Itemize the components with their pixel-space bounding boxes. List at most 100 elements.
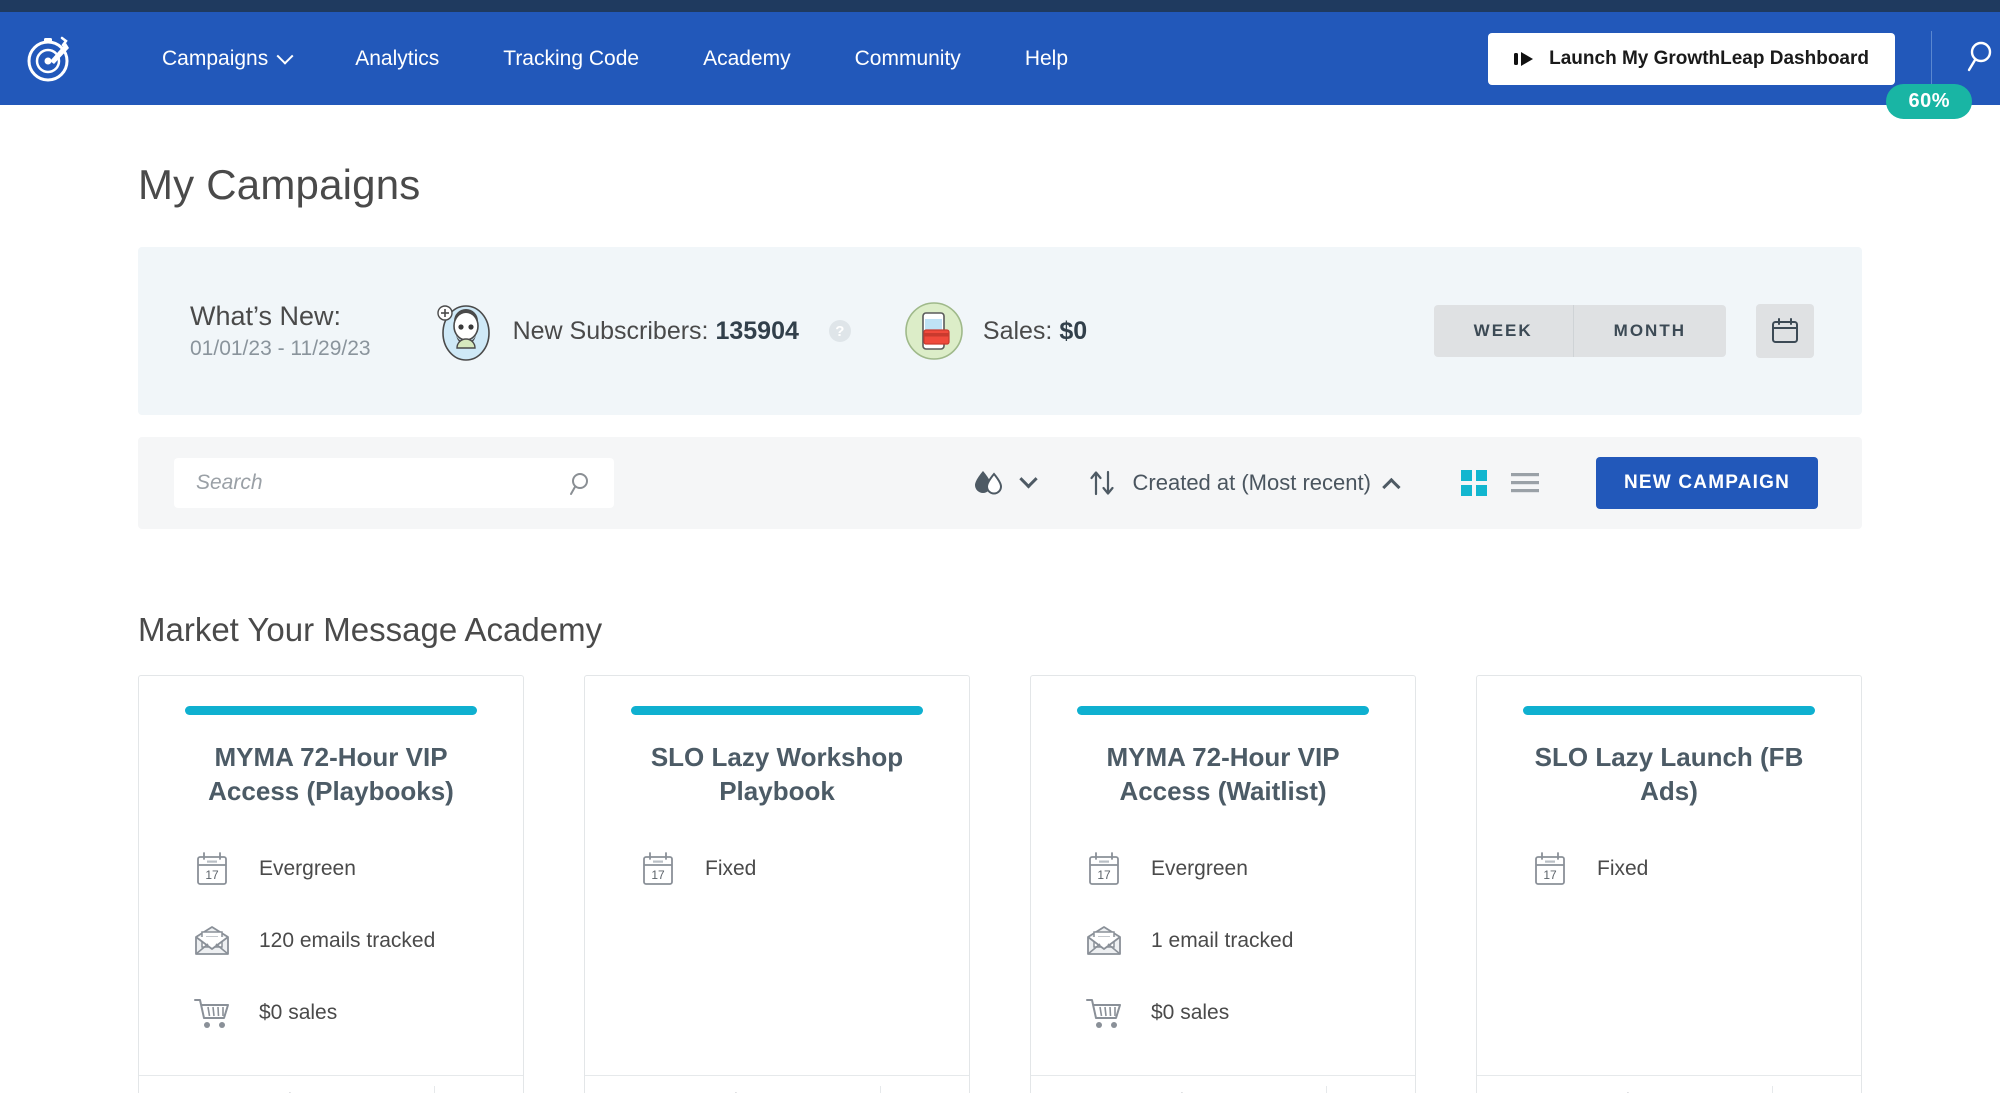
campaign-title: SLO Lazy Launch (FB Ads) xyxy=(1515,741,1823,809)
nav-item-campaigns[interactable]: Campaigns xyxy=(130,37,323,81)
campaign-meta-label: 120 emails tracked xyxy=(259,929,435,953)
campaign-meta-row: 1 email tracked xyxy=(1083,921,1383,961)
calendar-icon xyxy=(1770,316,1800,346)
campaign-meta-row: $0 sales xyxy=(1083,993,1383,1033)
top-accent-strip xyxy=(0,0,2000,12)
toolbar-right-group: Created at (Most recent) xyxy=(972,457,1818,509)
launch-dashboard-button[interactable]: Launch My GrowthLeap Dashboard xyxy=(1488,33,1895,85)
campaign-meta-row: 17 Fixed xyxy=(637,849,937,889)
campaign-meta-row: 120 emails tracked xyxy=(191,921,491,961)
campaign-card-footer xyxy=(1031,1075,1415,1093)
campaign-meta-list: 17 Fixed xyxy=(1509,849,1829,889)
sort-dropdown[interactable]: Created at (Most recent) xyxy=(1087,468,1400,498)
campaign-meta-label: 1 email tracked xyxy=(1151,929,1293,953)
campaign-meta-label: Evergreen xyxy=(259,857,356,881)
sort-arrows-icon xyxy=(1087,468,1117,498)
campaign-meta-row: 17 Evergreen xyxy=(191,849,491,889)
grid-view-icon[interactable] xyxy=(1460,469,1488,497)
search-icon[interactable] xyxy=(1966,39,2000,78)
date-picker-button[interactable] xyxy=(1756,304,1814,358)
chevron-down-icon xyxy=(277,47,294,64)
app-logo[interactable] xyxy=(22,31,78,87)
campaign-card-body: MYMA 72-Hour VIP Access (Waitlist) 17 xyxy=(1031,676,1415,1075)
range-toggle: WEEK MONTH xyxy=(1434,305,1726,357)
list-view-icon[interactable] xyxy=(1510,469,1540,497)
shopping-cart-icon xyxy=(1083,996,1125,1030)
nav-item-label: Academy xyxy=(703,47,791,71)
nav-item-label: Campaigns xyxy=(162,47,268,71)
campaign-meta-row: 17 Fixed xyxy=(1529,849,1829,889)
page-title: My Campaigns xyxy=(138,161,1862,209)
campaign-card-body: SLO Lazy Workshop Playbook 17 xyxy=(585,676,969,1075)
section-title: Market Your Message Academy xyxy=(138,611,1862,649)
primary-nav: Campaigns Analytics Tracking Code Academ… xyxy=(130,37,1100,81)
sales-value: $0 xyxy=(1059,317,1087,345)
nav-item-tracking-code[interactable]: Tracking Code xyxy=(471,37,671,81)
card-accent-bar xyxy=(1523,706,1815,715)
new-subscribers-label: New Subscribers: xyxy=(513,317,709,345)
campaign-meta-label: Evergreen xyxy=(1151,857,1248,881)
new-subscribers-text: New Subscribers: 135904 xyxy=(513,317,799,346)
campaign-card[interactable]: SLO Lazy Workshop Playbook 17 xyxy=(584,675,970,1093)
nav-item-community[interactable]: Community xyxy=(823,37,993,81)
progress-badge[interactable]: 60% xyxy=(1886,84,1972,119)
nav-item-label: Tracking Code xyxy=(503,47,639,71)
campaign-card-footer xyxy=(585,1075,969,1093)
svg-text:17: 17 xyxy=(651,868,665,882)
campaign-meta-list: 17 Evergreen xyxy=(1063,849,1383,1033)
campaign-meta-label: $0 sales xyxy=(259,1001,337,1025)
nav-item-academy[interactable]: Academy xyxy=(671,37,823,81)
mobile-payment-icon xyxy=(903,300,965,362)
campaign-meta-label: Fixed xyxy=(1597,857,1648,881)
campaign-meta-row: 17 Evergreen xyxy=(1083,849,1383,889)
navbar-divider xyxy=(1931,31,1932,87)
campaign-meta-label: Fixed xyxy=(705,857,756,881)
campaign-card-body: MYMA 72-Hour VIP Access (Playbooks) 17 xyxy=(139,676,523,1075)
range-toggle-week[interactable]: WEEK xyxy=(1434,305,1573,357)
campaign-card[interactable]: MYMA 72-Hour VIP Access (Waitlist) 17 xyxy=(1030,675,1416,1093)
campaigns-toolbar: Created at (Most recent) xyxy=(138,437,1862,529)
envelope-open-icon xyxy=(1083,925,1125,957)
chevron-up-icon xyxy=(1382,477,1400,495)
campaign-meta-row: $0 sales xyxy=(191,993,491,1033)
filter-dropdown[interactable] xyxy=(972,469,1035,497)
target-stopwatch-logo-icon xyxy=(24,33,76,85)
card-accent-bar xyxy=(1077,706,1369,715)
card-accent-bar xyxy=(185,706,477,715)
campaign-card-footer xyxy=(139,1075,523,1093)
svg-text:17: 17 xyxy=(205,868,219,882)
campaign-card[interactable]: MYMA 72-Hour VIP Access (Playbooks) 17 xyxy=(138,675,524,1093)
sales-label: Sales: xyxy=(983,317,1052,345)
campaign-title: SLO Lazy Workshop Playbook xyxy=(623,741,931,809)
question-mark-icon[interactable]: ? xyxy=(829,320,851,342)
chevron-down-icon xyxy=(1019,470,1037,488)
calendar-17-icon: 17 xyxy=(1529,851,1571,887)
new-campaign-button[interactable]: NEW CAMPAIGN xyxy=(1596,457,1818,509)
svg-text:17: 17 xyxy=(1543,868,1557,882)
campaign-card[interactable]: SLO Lazy Launch (FB Ads) 17 xyxy=(1476,675,1862,1093)
svg-text:17: 17 xyxy=(1097,868,1111,882)
whats-new-panel: What’s New: 01/01/23 - 11/29/23 New Subs… xyxy=(138,247,1862,415)
campaign-card-footer xyxy=(1477,1075,1861,1093)
range-toggle-month[interactable]: MONTH xyxy=(1573,305,1726,357)
whats-new-heading-block: What’s New: 01/01/23 - 11/29/23 xyxy=(190,300,371,363)
add-subscriber-avatar-icon xyxy=(433,300,495,362)
campaign-title: MYMA 72-Hour VIP Access (Playbooks) xyxy=(177,741,485,809)
search-field-wrapper xyxy=(174,458,614,508)
sort-label: Created at (Most recent) xyxy=(1133,470,1371,496)
nav-item-help[interactable]: Help xyxy=(993,37,1100,81)
whats-new-date-range: 01/01/23 - 11/29/23 xyxy=(190,336,371,362)
search-input[interactable] xyxy=(174,458,614,508)
nav-item-label: Help xyxy=(1025,47,1068,71)
nav-item-label: Community xyxy=(855,47,961,71)
calendar-17-icon: 17 xyxy=(1083,851,1125,887)
campaign-card-grid: MYMA 72-Hour VIP Access (Playbooks) 17 xyxy=(138,675,1862,1093)
card-accent-bar xyxy=(631,706,923,715)
campaign-meta-list: 17 Fixed xyxy=(617,849,937,889)
new-subscribers-value: 135904 xyxy=(715,317,798,345)
view-toggle-group xyxy=(1460,469,1540,497)
page-content: My Campaigns What’s New: 01/01/23 - 11/2… xyxy=(0,161,2000,1093)
nav-item-analytics[interactable]: Analytics xyxy=(323,37,471,81)
main-navbar: Campaigns Analytics Tracking Code Academ… xyxy=(0,12,2000,105)
play-forward-icon xyxy=(1514,50,1536,68)
